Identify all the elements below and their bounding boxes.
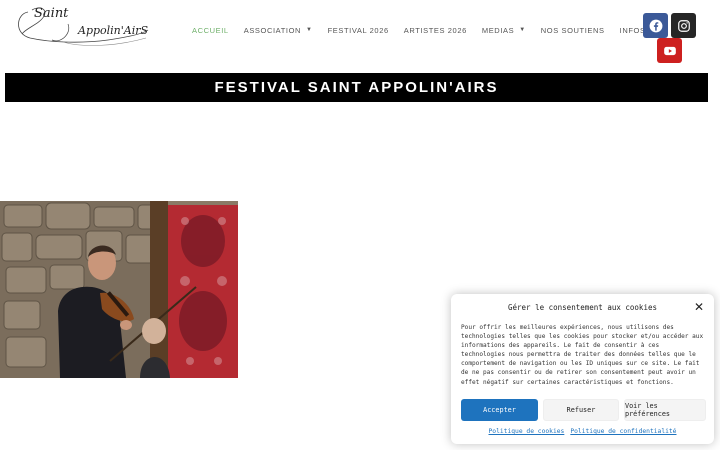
main-nav: ACCUEIL ASSOCIATION ▼ FESTIVAL 2026 ARTIS… [192, 24, 672, 36]
youtube-link[interactable] [657, 38, 682, 63]
accept-button[interactable]: Accepter [461, 399, 538, 421]
nav-label: INFOS [619, 25, 646, 35]
chevron-down-icon: ▼ [306, 27, 313, 33]
nav-label: NOS SOUTIENS [540, 25, 605, 35]
nav-item-nos-soutiens[interactable]: NOS SOUTIENS [541, 24, 605, 36]
nav-label: ARTISTES 2026 [403, 25, 467, 35]
nav-item-festival-2026[interactable]: FESTIVAL 2026 [328, 24, 389, 36]
youtube-icon [663, 46, 676, 55]
cookie-dialog-text: Pour offrir les meilleures expériences, … [461, 324, 704, 386]
nav-label: FESTIVAL 2026 [327, 25, 389, 35]
nav-label: ASSOCIATION [243, 25, 302, 35]
logo-line-2: Appolin'AirS [78, 24, 149, 37]
cookie-dialog-title: Gérer le consentement aux cookies [507, 303, 657, 312]
privacy-policy-link[interactable]: Politique de confidentialité [570, 428, 676, 435]
view-preferences-button[interactable]: Voir les préférences [624, 399, 706, 421]
chevron-down-icon: ▼ [519, 27, 526, 33]
instagram-icon [677, 19, 690, 32]
facebook-link[interactable] [643, 13, 668, 38]
nav-item-association[interactable]: ASSOCIATION ▼ [244, 24, 313, 36]
site-logo[interactable]: Saint Appolin'AirS [8, 4, 153, 48]
close-icon[interactable]: ✕ [694, 301, 704, 313]
nav-label: ACCUEIL [192, 25, 229, 35]
refuse-button[interactable]: Refuser [543, 399, 619, 421]
nav-item-accueil[interactable]: ACCUEIL [192, 24, 229, 36]
concert-photo [0, 201, 238, 378]
cookie-links: Politique de cookies Politique de confid… [451, 428, 714, 435]
page-title-bar: FESTIVAL SAINT APPOLIN'AIRS [5, 73, 708, 102]
cookie-policy-link[interactable]: Politique de cookies [489, 428, 565, 435]
instagram-link[interactable] [671, 13, 696, 38]
nav-label: MEDIAS [481, 25, 515, 35]
facebook-icon [649, 19, 662, 32]
page-title: FESTIVAL SAINT APPOLIN'AIRS [214, 79, 499, 96]
nav-item-artistes-2026[interactable]: ARTISTES 2026 [404, 24, 467, 36]
nav-item-medias[interactable]: MEDIAS ▼ [482, 24, 526, 36]
logo-line-1: Saint [34, 6, 69, 21]
cookie-consent-dialog: Gérer le consentement aux cookies ✕ Pour… [451, 294, 714, 444]
